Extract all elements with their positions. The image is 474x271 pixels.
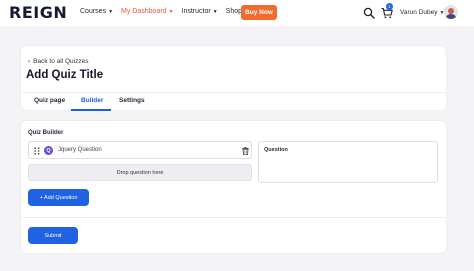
chevron-down-icon: ▼ — [168, 8, 174, 15]
submit-button[interactable]: Submit — [28, 227, 78, 244]
quiz-tabs: Quiz page Builder Settings — [21, 92, 446, 112]
logo[interactable]: REIGN — [9, 3, 67, 22]
nav-item-label: Instructor — [181, 8, 211, 15]
question-row[interactable]: Q Jquery Question — [28, 141, 252, 159]
nav-item-label: My Dashboard — [121, 8, 167, 15]
trash-icon[interactable] — [242, 147, 249, 155]
main-menu: Courses ▼ My Dashboard ▼ Instructor ▼ Sh… — [80, 8, 249, 15]
tab-quiz-page[interactable]: Quiz page — [34, 97, 65, 104]
drop-zone-label: Drop question here — [116, 169, 164, 176]
question-title: Jquery Question — [58, 147, 102, 153]
nav-item-courses[interactable]: Courses ▼ — [80, 8, 113, 15]
search-icon[interactable] — [363, 7, 375, 19]
nav-item-label: Shop — [225, 8, 243, 15]
avatar-body — [446, 14, 456, 19]
back-to-quizzes-link[interactable]: ‹ Back to all Quizzes — [28, 58, 88, 65]
divider — [21, 217, 446, 218]
quiz-header-card: ‹ Back to all Quizzes Add Quiz Title Qui… — [20, 45, 447, 111]
chevron-left-icon: ‹ — [28, 58, 31, 65]
user-name-label: Varun Dubey — [400, 9, 438, 16]
nav-item-my-dashboard[interactable]: My Dashboard ▼ — [121, 8, 173, 15]
tab-settings[interactable]: Settings — [119, 97, 145, 104]
buy-now-button[interactable]: Buy Now — [241, 5, 277, 20]
question-panel-label: Question — [264, 147, 288, 153]
user-menu[interactable]: Varun Dubey ▼ — [400, 9, 444, 16]
nav-item-label: Courses — [80, 8, 107, 15]
chevron-down-icon: ▼ — [108, 8, 114, 15]
cart-count-badge: 1 — [386, 3, 393, 10]
section-label: Quiz Builder — [28, 130, 64, 136]
chevron-down-icon: ▼ — [212, 8, 218, 15]
drop-question-zone[interactable]: Drop question here — [28, 164, 252, 181]
question-type-badge: Q — [44, 146, 53, 155]
add-question-button[interactable]: + Add Question — [28, 189, 89, 206]
nav-item-instructor[interactable]: Instructor ▼ — [182, 8, 218, 15]
page-title[interactable]: Add Quiz Title — [26, 69, 103, 81]
tab-builder[interactable]: Builder — [81, 97, 103, 104]
avatar[interactable] — [444, 5, 458, 19]
active-tab-indicator — [71, 109, 111, 111]
back-link-label: Back to all Quizzes — [33, 58, 89, 65]
quiz-builder-card: Quiz Builder Q Jquery Question Drop ques… — [20, 120, 447, 254]
question-panel: Question — [258, 141, 438, 183]
drag-handle-icon[interactable] — [34, 147, 40, 155]
top-navbar: REIGN Courses ▼ My Dashboard ▼ Instructo… — [0, 0, 474, 26]
